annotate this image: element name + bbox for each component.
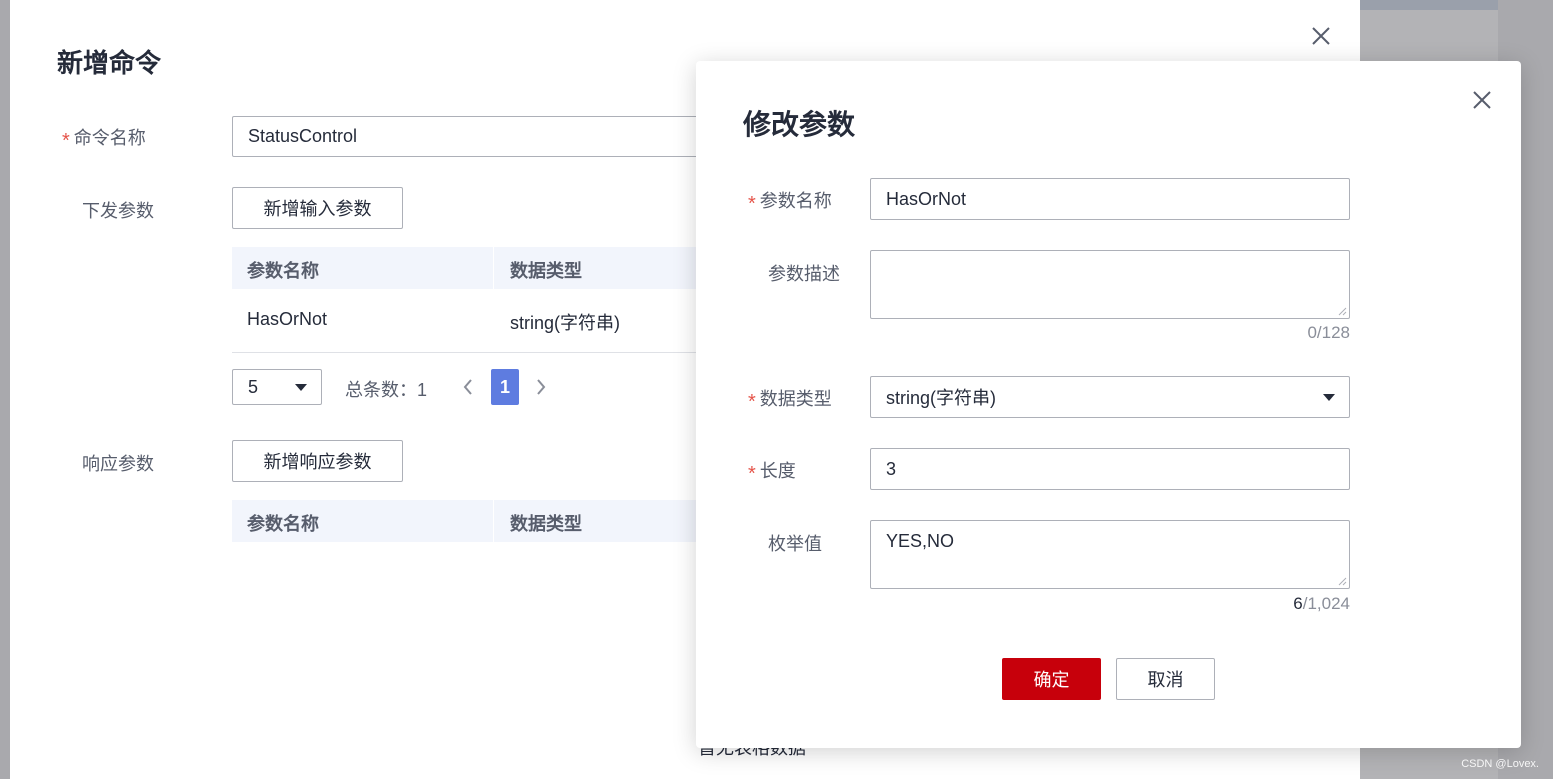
column-header-param-name: 参数名称 [247, 514, 319, 534]
param-name-label: * 参数名称 [748, 191, 832, 215]
enum-count-current: 6 [1293, 594, 1303, 613]
table-row: HasOrNot string(字符串) [232, 289, 712, 353]
param-desc-textarea[interactable] [870, 250, 1350, 319]
enum-textarea[interactable]: YES,NO [870, 520, 1350, 589]
modal-title: 修改参数 [743, 109, 856, 140]
watermark: CSDN @Lovex. [1461, 758, 1539, 770]
param-name-input[interactable]: HasOrNot [870, 178, 1350, 220]
add-response-param-button[interactable]: 新增响应参数 [232, 440, 403, 482]
chevron-down-icon [295, 384, 307, 391]
page-size-value: 5 [248, 376, 259, 397]
enum-label: 枚举值 [768, 534, 822, 554]
chevron-down-icon [1323, 394, 1335, 401]
command-name-input[interactable]: StatusControl [232, 116, 712, 157]
chevron-left-icon[interactable] [462, 378, 474, 396]
resize-grip-icon[interactable] [1337, 306, 1347, 316]
required-icon: * [748, 193, 756, 215]
required-icon: * [748, 391, 756, 413]
close-icon[interactable] [1310, 25, 1332, 47]
data-type-select[interactable]: string(字符串) [870, 376, 1350, 418]
add-input-param-button[interactable]: 新增输入参数 [232, 187, 403, 229]
enum-count-max: /1,024 [1302, 594, 1350, 613]
row-param-name: HasOrNot [247, 309, 328, 329]
length-input[interactable]: 3 [870, 448, 1350, 490]
enum-counter: 6/1,024 [1293, 594, 1350, 614]
resize-grip-icon[interactable] [1337, 576, 1347, 586]
column-divider [493, 500, 494, 542]
chevron-right-icon[interactable] [535, 378, 547, 396]
response-params-label: 响应参数 [82, 454, 154, 474]
data-type-label: * 数据类型 [748, 389, 832, 413]
required-icon: * [748, 463, 756, 485]
close-icon[interactable] [1471, 89, 1493, 111]
length-label: * 长度 [748, 461, 796, 485]
data-type-value: string(字符串) [886, 388, 997, 408]
page-size-select[interactable]: 5 [232, 369, 322, 405]
total-count: 总条数：1 [345, 380, 428, 400]
cancel-button[interactable]: 取消 [1116, 658, 1215, 700]
send-params-label: 下发参数 [82, 201, 154, 221]
param-desc-counter: 0/128 [1307, 323, 1350, 342]
row-data-type: string(字符串) [510, 313, 621, 333]
column-divider [493, 247, 494, 289]
response-param-table-header: 参数名称 数据类型 [232, 500, 712, 542]
command-name-label: * 命令名称 [62, 128, 146, 152]
confirm-button[interactable]: 确定 [1002, 658, 1101, 700]
edit-param-modal: 修改参数 * 参数名称 HasOrNot 参数描述 0/128 * 数据类型 str… [696, 61, 1521, 748]
column-header-param-name: 参数名称 [247, 261, 319, 281]
input-param-table-header: 参数名称 数据类型 [232, 247, 712, 289]
column-header-data-type: 数据类型 [510, 261, 582, 281]
drawer-title: 新增命令 [57, 48, 162, 78]
enum-value: YES,NO [886, 531, 955, 551]
page-button-current[interactable]: 1 [491, 369, 519, 405]
column-header-data-type: 数据类型 [510, 514, 582, 534]
required-icon: * [62, 130, 70, 152]
param-desc-label: 参数描述 [768, 264, 840, 284]
